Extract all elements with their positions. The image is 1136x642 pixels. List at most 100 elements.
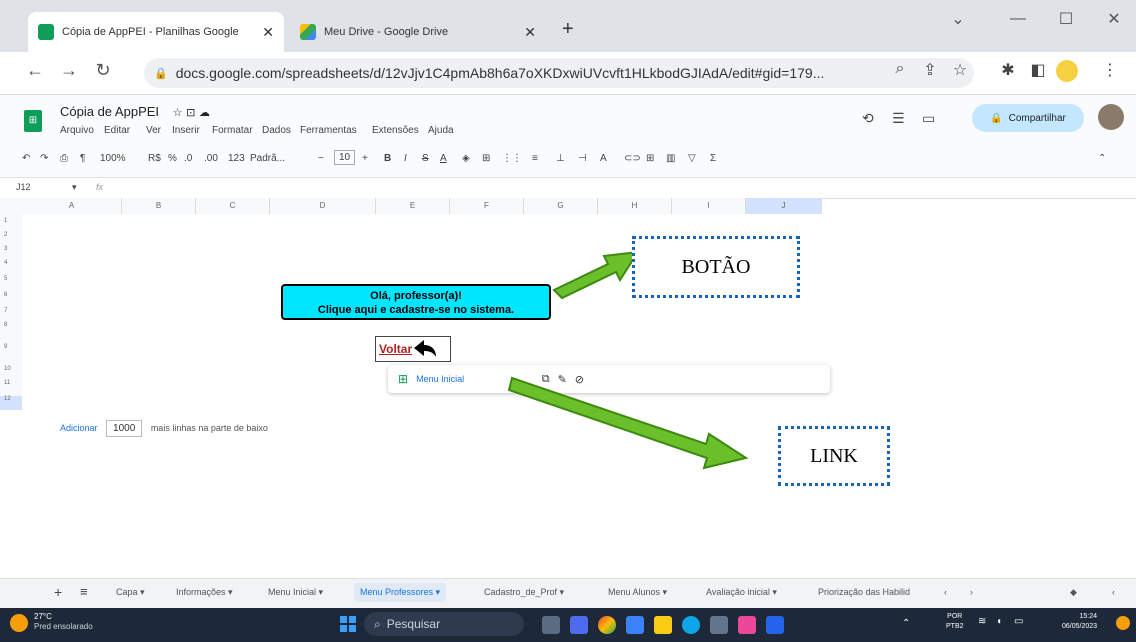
row-header[interactable]: 6	[0, 292, 22, 304]
column-header-c[interactable]: C	[196, 198, 270, 214]
sheet-tab[interactable]: Menu Inicial ▾	[268, 587, 323, 598]
tab-drive[interactable]: Meu Drive - Google Drive ✕	[290, 12, 546, 52]
url-field[interactable]: 🔒 docs.google.com/spreadsheets/d/12vJjv1…	[144, 58, 974, 88]
sheet-tab[interactable]: Capa ▾	[116, 587, 145, 598]
volume-icon[interactable]: ◖	[996, 616, 1002, 627]
column-header-j[interactable]: J	[746, 198, 822, 214]
row-header[interactable]: 12	[0, 396, 22, 410]
row-header[interactable]: 11	[0, 380, 22, 392]
battery-icon[interactable]: ▭	[1014, 616, 1023, 627]
menu-ver[interactable]: Ver	[146, 125, 161, 136]
forward-icon[interactable]: →	[56, 60, 82, 81]
font-size-increase-icon[interactable]: +	[362, 153, 368, 164]
new-tab-button[interactable]: +	[562, 18, 574, 41]
history-icon[interactable]: ⟲	[862, 110, 874, 127]
reload-icon[interactable]: ↻	[90, 60, 116, 81]
scroll-tabs-right-icon[interactable]: ›	[970, 587, 973, 597]
column-header-b[interactable]: B	[122, 198, 196, 214]
folder-icon[interactable]: ⊡	[186, 107, 195, 119]
share-page-icon[interactable]: ⇪	[918, 60, 942, 80]
row-header[interactable]: 3	[0, 246, 22, 258]
collapse-toolbar-icon[interactable]: ⌃	[1098, 153, 1106, 164]
column-header-d[interactable]: D	[270, 198, 376, 214]
menu-ajuda[interactable]: Ajuda	[428, 125, 454, 136]
zoom-icon[interactable]: ⌕	[888, 60, 912, 78]
word-icon[interactable]	[766, 616, 784, 634]
paint-format-icon[interactable]: ¶	[80, 153, 85, 164]
increase-decimal-button[interactable]: .00	[204, 153, 218, 164]
task-view-icon[interactable]	[542, 616, 560, 634]
sheets-logo-icon[interactable]: ⊞	[24, 110, 42, 132]
menu-extensoes[interactable]: Extensões	[372, 125, 419, 136]
font-select[interactable]: Padrã...	[250, 153, 285, 164]
percent-format-button[interactable]: %	[168, 153, 177, 164]
sheet-tab[interactable]: Informações ▾	[176, 587, 233, 598]
column-header-i[interactable]: I	[672, 198, 746, 214]
add-sheet-icon[interactable]: +	[54, 584, 62, 600]
add-rows-button[interactable]: Adicionar	[60, 423, 98, 433]
star-icon[interactable]: ☆	[173, 107, 183, 119]
column-header-a[interactable]: A	[22, 198, 122, 214]
italic-button[interactable]: I	[404, 153, 407, 164]
column-header-e[interactable]: E	[376, 198, 450, 214]
menu-inserir[interactable]: Inserir	[172, 125, 200, 136]
text-color-icon[interactable]: A	[440, 153, 447, 164]
edge-icon[interactable]	[682, 616, 700, 634]
row-header[interactable]: 1	[0, 218, 22, 230]
functions-icon[interactable]: Σ	[710, 153, 716, 164]
sheet-tab[interactable]: Menu Alunos ▾	[608, 587, 667, 598]
profile-icon[interactable]	[1056, 60, 1078, 82]
language-indicator[interactable]: POR PTB2	[946, 612, 964, 632]
wifi-icon[interactable]: ≋	[978, 616, 986, 627]
row-header[interactable]: 9	[0, 344, 22, 356]
font-size-decrease-icon[interactable]: −	[318, 153, 324, 164]
menu-dados[interactable]: Dados	[262, 125, 291, 136]
voltar-link[interactable]: Voltar	[375, 336, 451, 362]
chrome-icon[interactable]	[598, 616, 616, 634]
file-explorer-icon[interactable]	[654, 616, 672, 634]
share-button[interactable]: 🔒 Compartilhar	[972, 104, 1084, 132]
h-align-icon[interactable]: ≡	[532, 153, 538, 164]
tab-search-icon[interactable]: ⌄	[936, 4, 980, 34]
borders-icon[interactable]: ⊞	[482, 153, 490, 164]
row-header[interactable]: 4	[0, 260, 22, 272]
tab-close-icon[interactable]: ✕	[262, 24, 274, 41]
bookmark-star-icon[interactable]: ☆	[948, 60, 972, 80]
instagram-icon[interactable]	[738, 616, 756, 634]
filter-icon[interactable]: ▽	[688, 153, 696, 164]
cell-reference[interactable]: J12	[16, 182, 31, 192]
close-window-icon[interactable]: ✕	[1092, 4, 1136, 34]
sheet-tab-active[interactable]: Menu Professores ▾	[354, 583, 447, 602]
tray-expand-icon[interactable]: ⌃	[902, 618, 910, 629]
row-header[interactable]: 2	[0, 232, 22, 244]
row-header[interactable]: 5	[0, 276, 22, 288]
rotate-text-icon[interactable]: A	[600, 153, 607, 164]
back-icon[interactable]: ←	[22, 60, 48, 81]
sheet-tab[interactable]: Cadastro_de_Prof ▾	[484, 587, 564, 598]
currency-format-button[interactable]: R$	[148, 153, 161, 164]
sheet-tab[interactable]: Priorização das Habilid	[818, 587, 938, 597]
number-format-button[interactable]: 123	[228, 153, 245, 164]
menu-formatar[interactable]: Formatar	[212, 125, 253, 136]
merge-cells-icon[interactable]: ⋮⋮	[502, 153, 522, 164]
register-teacher-button[interactable]: Olá, professor(a)! Clique aqui e cadastr…	[281, 284, 551, 320]
start-button[interactable]	[340, 616, 356, 632]
insert-comment-icon[interactable]: ⊞	[646, 153, 654, 164]
v-align-icon[interactable]: ⊥	[556, 153, 565, 164]
font-size-input[interactable]: 10	[334, 150, 356, 165]
weather-widget[interactable]: 27°C Pred ensolarado	[34, 612, 93, 632]
widget-app-icon[interactable]	[626, 616, 644, 634]
weather-icon[interactable]	[10, 614, 28, 632]
maximize-icon[interactable]: ☐	[1044, 4, 1088, 34]
sheet-tab[interactable]: Avaliação inicial ▾	[706, 587, 777, 598]
scroll-tabs-left-icon[interactable]: ‹	[944, 587, 947, 597]
row-header[interactable]: 8	[0, 322, 22, 334]
menu-editar[interactable]: Editar	[104, 125, 130, 136]
insert-chart-icon[interactable]: ▥	[666, 153, 675, 164]
meet-icon[interactable]: ▭	[922, 110, 935, 127]
fill-color-icon[interactable]: ◈	[462, 153, 470, 164]
all-sheets-icon[interactable]: ≡	[80, 584, 88, 599]
menu-arquivo[interactable]: Arquivo	[60, 125, 94, 136]
comments-icon[interactable]: ☰	[892, 110, 905, 127]
popup-link[interactable]: Menu Inicial	[416, 374, 464, 384]
